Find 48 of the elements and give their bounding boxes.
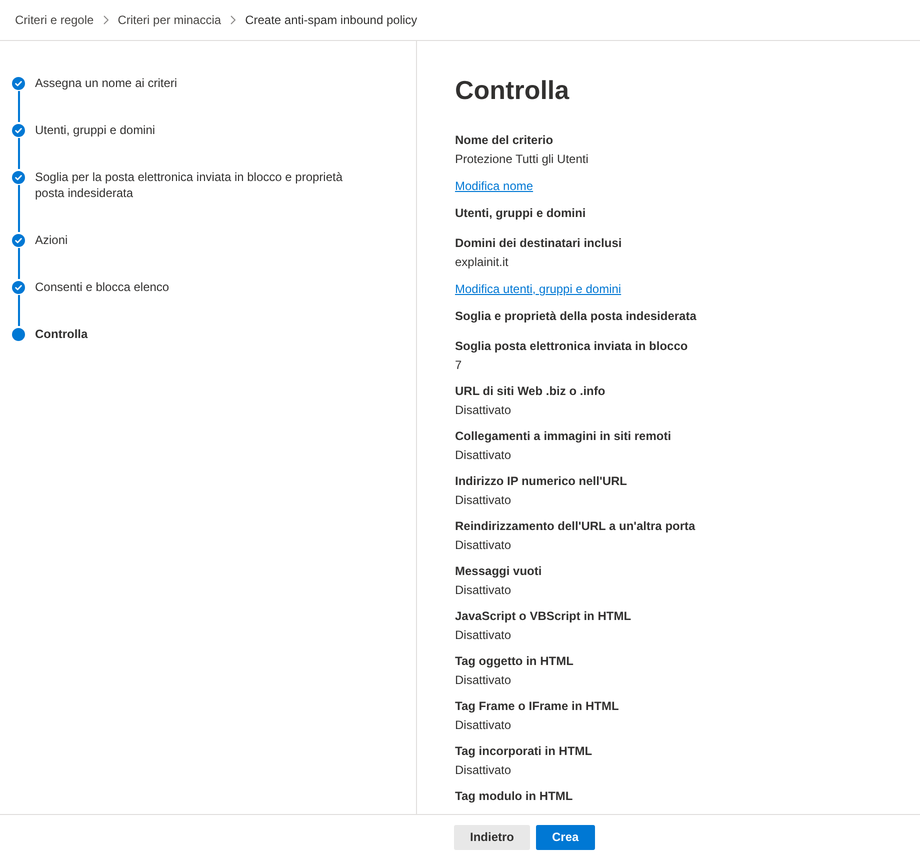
section-heading: Utenti, gruppi e domini xyxy=(455,205,587,222)
field-value: Disattivato xyxy=(455,672,512,689)
field-value: Disattivato xyxy=(455,492,512,509)
step-connector xyxy=(18,90,20,122)
field-label: Soglia posta elettronica inviata in blocco xyxy=(455,338,689,355)
field-value: Disattivato xyxy=(455,537,512,554)
step-label: Azioni xyxy=(35,232,68,248)
field-label: Tag oggetto in HTML xyxy=(455,653,574,670)
secondary-button[interactable]: Indietro xyxy=(454,824,530,850)
field-label: Nome del criterio xyxy=(455,132,554,149)
edit-link[interactable]: Modifica utenti, gruppi e domini xyxy=(455,282,622,296)
field-value: Disattivato xyxy=(455,762,512,779)
field-value: Disattivato xyxy=(455,627,512,644)
step-connector xyxy=(18,138,20,169)
breadcrumb-link[interactable]: Criteri e regole xyxy=(15,11,94,29)
step-connector xyxy=(18,184,20,232)
step-connector xyxy=(18,294,20,326)
field-label: Domini dei destinatari inclusi xyxy=(455,235,623,252)
field-label: JavaScript o VBScript in HTML xyxy=(455,608,632,625)
step-label: Controlla xyxy=(35,326,88,342)
step-connector xyxy=(18,248,20,279)
field-value: Protezione Tutti gli Utenti xyxy=(455,151,590,168)
chevron-right-icon xyxy=(102,15,109,25)
field-value: explainit.it xyxy=(455,254,510,271)
field-value: 7 xyxy=(455,357,463,374)
field-label: URL di siti Web .biz o .info xyxy=(455,383,606,400)
page-title: Controlla xyxy=(455,74,570,106)
field-label: Tag modulo in HTML xyxy=(455,788,574,805)
field-label: Indirizzo IP numerico nell'URL xyxy=(455,473,628,490)
field-label: Tag Frame o IFrame in HTML xyxy=(455,698,620,715)
step-label: Soglia per la posta elettronica inviata in blocco e proprietà posta indesiderata xyxy=(35,169,344,201)
field-label: Reindirizzamento dell'URL a un'altra porta xyxy=(455,518,696,535)
field-value: Disattivato xyxy=(455,402,512,419)
field-label: Collegamenti a immagini in siti remoti xyxy=(455,428,672,445)
field-label: Messaggi vuoti xyxy=(455,563,543,580)
chevron-right-icon xyxy=(230,15,236,25)
step-label: Assegna un nome ai criteri xyxy=(35,75,178,91)
field-value: Disattivato xyxy=(455,582,512,599)
step-label: Consenti e blocca elenco xyxy=(35,279,170,295)
step-label: Utenti, gruppi e domini xyxy=(35,122,156,138)
section-heading: Soglia e proprietà della posta indesiderata xyxy=(455,308,698,325)
field-value: Disattivato xyxy=(455,447,512,464)
breadcrumb-link[interactable]: Criteri per minaccia xyxy=(118,11,222,29)
primary-button[interactable]: Crea xyxy=(536,824,595,850)
breadcrumb-current: Create anti-spam inbound policy xyxy=(245,12,418,29)
edit-link[interactable]: Modifica nome xyxy=(455,179,534,193)
field-value: Disattivato xyxy=(455,717,512,734)
field-label: Tag incorporati in HTML xyxy=(455,743,594,760)
